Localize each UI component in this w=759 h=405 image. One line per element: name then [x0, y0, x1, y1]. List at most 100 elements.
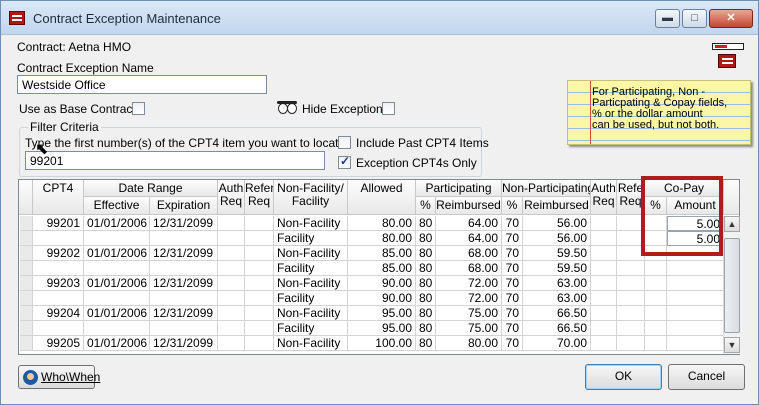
cell-np-pct[interactable]: 70 [502, 306, 523, 321]
cell-exp[interactable]: 12/31/2099 [150, 306, 218, 321]
scroll-thumb[interactable] [724, 238, 740, 333]
cell-np-reimb[interactable]: 70.00 [523, 336, 591, 351]
cell-cpt4[interactable] [33, 321, 84, 336]
who-when-button[interactable]: Who\When [18, 365, 100, 389]
cell-c-amount[interactable] [667, 306, 724, 321]
cell-p-reimb[interactable]: 68.00 [436, 246, 502, 261]
cell-eff[interactable]: 01/01/2006 [84, 306, 150, 321]
cell-p-reimb[interactable]: 64.00 [436, 231, 502, 246]
cell-empty[interactable] [591, 261, 617, 276]
cell-exp[interactable]: 12/31/2099 [150, 216, 218, 231]
cell-np-reimb[interactable]: 66.50 [523, 321, 591, 336]
cell-p-pct[interactable]: 80 [416, 261, 436, 276]
cell-type[interactable]: Non-Facility [274, 336, 348, 351]
cell-cpt4[interactable] [33, 261, 84, 276]
cell-cpt4[interactable]: 99202 [33, 246, 84, 261]
cell-type[interactable]: Facility [274, 291, 348, 306]
cell-p-pct[interactable]: 80 [416, 276, 436, 291]
cell-empty[interactable] [218, 261, 245, 276]
cell-empty[interactable] [591, 291, 617, 306]
cell-empty[interactable] [591, 336, 617, 351]
cell-np-reimb[interactable]: 66.50 [523, 306, 591, 321]
cell-cpt4[interactable] [33, 291, 84, 306]
cell-empty[interactable] [218, 321, 245, 336]
cell-p-reimb[interactable]: 80.00 [436, 336, 502, 351]
cell-cpt4[interactable]: 99203 [33, 276, 84, 291]
cell-cpt4[interactable]: 99201 [33, 216, 84, 231]
cell-allowed[interactable]: 100.00 [348, 336, 416, 351]
cell-p-pct[interactable]: 80 [416, 291, 436, 306]
cell-allowed[interactable]: 90.00 [348, 276, 416, 291]
cell-empty[interactable] [617, 321, 645, 336]
cell-type[interactable]: Non-Facility [274, 276, 348, 291]
cell-exp[interactable] [150, 291, 218, 306]
scroll-up-arrow-icon[interactable]: ▲ [724, 216, 740, 232]
cell-c-amount[interactable] [667, 336, 724, 351]
cell-empty[interactable] [591, 216, 617, 231]
cell-exp[interactable]: 12/31/2099 [150, 336, 218, 351]
cell-c-amount[interactable] [667, 291, 724, 306]
cell-empty[interactable] [617, 261, 645, 276]
cell-exp[interactable]: 12/31/2099 [150, 246, 218, 261]
cell-allowed[interactable]: 95.00 [348, 321, 416, 336]
cell-empty[interactable] [591, 231, 617, 246]
cell-type[interactable]: Non-Facility [274, 246, 348, 261]
cell-p-pct[interactable]: 80 [416, 321, 436, 336]
cell-cpt4[interactable]: 99204 [33, 306, 84, 321]
cell-empty[interactable] [245, 261, 274, 276]
cell-p-pct[interactable]: 80 [416, 306, 436, 321]
cell-empty[interactable] [245, 291, 274, 306]
cell-empty[interactable] [218, 306, 245, 321]
cell-empty[interactable] [591, 246, 617, 261]
cell-empty[interactable] [645, 336, 667, 351]
cell-cpt4[interactable] [33, 231, 84, 246]
cpt4-search-input[interactable]: 99201 [25, 151, 325, 170]
cell-empty[interactable] [245, 336, 274, 351]
cell-empty[interactable] [645, 306, 667, 321]
cell-empty[interactable] [218, 336, 245, 351]
cell-empty[interactable] [218, 231, 245, 246]
cell-empty[interactable] [591, 276, 617, 291]
cell-type[interactable]: Non-Facility [274, 216, 348, 231]
row-selector[interactable] [20, 276, 33, 291]
cell-c-amount[interactable] [667, 261, 724, 276]
cell-exp[interactable] [150, 231, 218, 246]
cell-p-pct[interactable]: 80 [416, 231, 436, 246]
cell-empty[interactable] [617, 276, 645, 291]
cell-np-pct[interactable]: 70 [502, 216, 523, 231]
cell-exp[interactable] [150, 261, 218, 276]
cell-type[interactable]: Facility [274, 231, 348, 246]
cell-np-reimb[interactable]: 63.00 [523, 276, 591, 291]
cell-empty[interactable] [245, 216, 274, 231]
title-bar[interactable]: Contract Exception Maintenance ▬ □ ✕ [1, 1, 758, 35]
cell-empty[interactable] [617, 291, 645, 306]
cell-np-pct[interactable]: 70 [502, 231, 523, 246]
include-past-checkbox[interactable] [338, 136, 351, 149]
cell-empty[interactable] [245, 321, 274, 336]
cell-np-pct[interactable]: 70 [502, 246, 523, 261]
cell-p-reimb[interactable]: 72.00 [436, 276, 502, 291]
cell-np-reimb[interactable]: 56.00 [523, 216, 591, 231]
cell-np-pct[interactable]: 70 [502, 261, 523, 276]
row-selector[interactable] [20, 291, 33, 306]
cell-c-amount[interactable] [667, 321, 724, 336]
grid-vertical-scrollbar[interactable]: ▲ ▼ [723, 216, 740, 354]
cell-empty[interactable] [645, 321, 667, 336]
cell-allowed[interactable]: 95.00 [348, 306, 416, 321]
cell-eff[interactable] [84, 261, 150, 276]
cell-np-reimb[interactable]: 56.00 [523, 231, 591, 246]
exception-name-input[interactable]: Westside Office [17, 75, 267, 94]
cell-eff[interactable]: 01/01/2006 [84, 336, 150, 351]
cell-empty[interactable] [591, 306, 617, 321]
cell-c-amount[interactable] [667, 276, 724, 291]
cell-empty[interactable] [645, 276, 667, 291]
cell-allowed[interactable]: 85.00 [348, 261, 416, 276]
cell-np-pct[interactable]: 70 [502, 291, 523, 306]
cancel-button[interactable]: Cancel [668, 364, 745, 390]
cell-empty[interactable] [245, 306, 274, 321]
base-contract-checkbox[interactable] [132, 102, 145, 115]
cell-eff[interactable] [84, 291, 150, 306]
cell-empty[interactable] [645, 291, 667, 306]
row-selector[interactable] [20, 321, 33, 336]
cell-empty[interactable] [645, 261, 667, 276]
